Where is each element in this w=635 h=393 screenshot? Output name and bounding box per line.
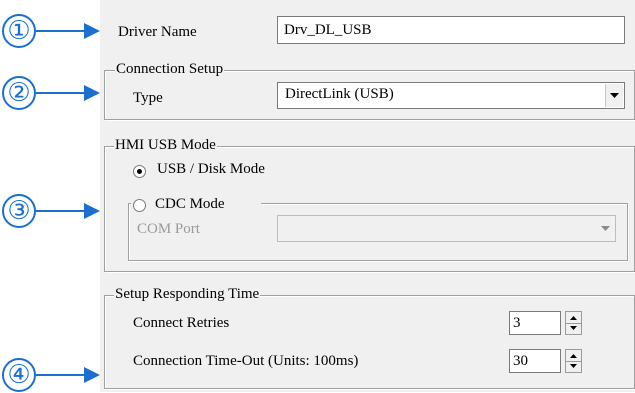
callout-2-number: ② xyxy=(7,78,31,108)
connection-setup-title: Connection Setup xyxy=(115,61,225,77)
connection-timeout-down-button[interactable] xyxy=(566,361,581,372)
driver-name-label: Driver Name xyxy=(118,24,197,40)
connection-timeout-input[interactable]: 30 xyxy=(509,349,561,373)
connect-retries-down-button[interactable] xyxy=(566,323,581,334)
arrow-down-icon xyxy=(570,364,577,368)
driver-settings-panel: Driver Name Drv_DL_USB Connection Setup … xyxy=(100,0,635,392)
connect-retries-label: Connect Retries xyxy=(133,315,230,331)
connection-timeout-spinner[interactable] xyxy=(565,349,582,373)
connection-timeout-label: Connection Time-Out (Units: 100ms) xyxy=(133,353,359,369)
com-port-dropdown-button[interactable] xyxy=(597,217,614,240)
usb-disk-mode-radio[interactable] xyxy=(133,165,146,178)
responding-time-title: Setup Responding Time xyxy=(114,286,261,302)
callout-4-number: ④ xyxy=(7,360,31,390)
callout-3-number: ③ xyxy=(7,196,31,226)
cdc-mode-label[interactable]: CDC Mode xyxy=(155,196,225,213)
arrow-up-icon xyxy=(570,354,577,358)
radio-selected-dot xyxy=(137,169,142,174)
responding-time-group xyxy=(104,295,635,389)
cdc-mode-radio[interactable] xyxy=(133,199,146,212)
driver-name-input[interactable]: Drv_DL_USB xyxy=(277,16,625,44)
type-label: Type xyxy=(133,90,163,106)
hmi-usb-mode-title: HMI USB Mode xyxy=(114,137,217,153)
chevron-down-icon xyxy=(610,93,619,98)
com-port-select[interactable] xyxy=(277,215,616,242)
usb-disk-mode-label[interactable]: USB / Disk Mode xyxy=(157,161,265,178)
type-select-value: DirectLink (USB) xyxy=(285,86,394,102)
com-port-label: COM Port xyxy=(137,221,200,237)
type-dropdown-button[interactable] xyxy=(605,84,623,107)
chevron-down-icon xyxy=(601,226,610,231)
callout-1-number: ① xyxy=(7,16,31,46)
connect-retries-spinner[interactable] xyxy=(565,311,582,335)
arrow-down-icon xyxy=(570,326,577,330)
type-select[interactable]: DirectLink (USB) xyxy=(277,82,625,109)
arrow-up-icon xyxy=(570,316,577,320)
connect-retries-input[interactable]: 3 xyxy=(509,311,561,335)
